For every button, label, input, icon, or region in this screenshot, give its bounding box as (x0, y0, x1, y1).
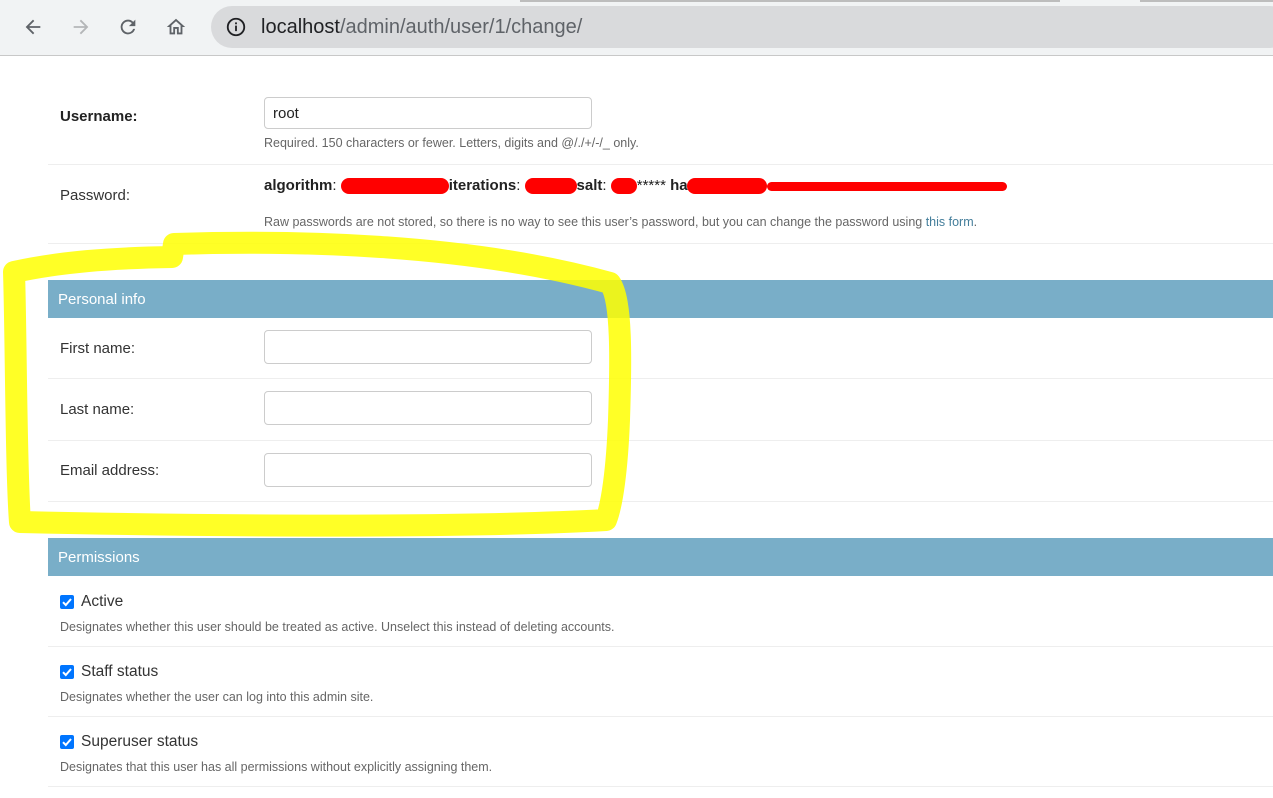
reload-icon (120, 19, 136, 35)
superuser-status-checkbox[interactable] (60, 735, 74, 749)
checkmark-icon (62, 738, 72, 747)
iterations-label: iterations (448, 177, 517, 194)
password-summary: algorithm: iterations: salt: ***** hash (264, 177, 1008, 195)
password-help-suffix: . (973, 215, 978, 229)
url-text[interactable]: localhost/admin/auth/user/1/change/ (261, 16, 582, 38)
redaction-mark (340, 178, 449, 195)
forward-button[interactable] (66, 12, 96, 42)
email-input[interactable] (264, 453, 592, 487)
superuser-status-row: Superuser status Designates that this us… (48, 717, 1273, 787)
url-host: localhost (261, 16, 340, 38)
active-checkbox[interactable] (60, 595, 74, 609)
redaction-mark (524, 178, 577, 195)
last-name-row: Last name: (48, 379, 1273, 441)
permissions-header: Permissions (48, 538, 1273, 576)
staff-status-row: Staff status Designates whether the user… (48, 647, 1273, 717)
password-help: Raw passwords are not stored, so there i… (264, 215, 977, 229)
back-button[interactable] (18, 12, 48, 42)
tab-strip-edge (1140, 0, 1273, 2)
last-name-input[interactable] (264, 391, 592, 425)
address-bar[interactable]: localhost/admin/auth/user/1/change/ (211, 6, 1273, 48)
first-name-row: First name: (48, 318, 1273, 379)
username-label: Username: (60, 108, 138, 125)
checkmark-icon (62, 598, 72, 607)
info-icon[interactable] (225, 16, 247, 38)
username-row: Username: Required. 150 characters or fe… (48, 84, 1273, 165)
password-help-text: Raw passwords are not stored, so there i… (264, 215, 926, 229)
back-icon (25, 19, 41, 35)
password-label: Password: (60, 187, 131, 204)
staff-status-label[interactable]: Staff status (81, 663, 158, 681)
tab-strip-edge (520, 0, 1060, 2)
active-label[interactable]: Active (81, 593, 123, 611)
email-label: Email address: (60, 462, 160, 479)
email-row: Email address: (48, 441, 1273, 502)
url-path: /admin/auth/user/1/change/ (339, 16, 583, 38)
home-button[interactable] (161, 12, 191, 42)
reload-button[interactable] (113, 12, 143, 42)
browser-toolbar: localhost/admin/auth/user/1/change/ (0, 0, 1273, 56)
redaction-mark (767, 181, 1008, 191)
change-user-form: Username: Required. 150 characters or fe… (48, 56, 1273, 798)
username-help: Required. 150 characters or fewer. Lette… (264, 136, 639, 150)
last-name-label: Last name: (60, 401, 135, 418)
checkmark-icon (62, 668, 72, 677)
salt-visible: ***** (636, 177, 666, 194)
algorithm-label: algorithm (264, 177, 333, 194)
superuser-status-label[interactable]: Superuser status (81, 733, 198, 751)
redaction-mark (610, 178, 637, 195)
active-row: Active Designates whether this user shou… (48, 577, 1273, 647)
active-help: Designates whether this user should be t… (60, 620, 615, 634)
personal-info-header: Personal info (48, 280, 1273, 318)
salt-label: salt (576, 177, 603, 194)
staff-status-checkbox[interactable] (60, 665, 74, 679)
first-name-label: First name: (60, 340, 136, 357)
password-change-link[interactable]: this form (926, 215, 974, 229)
staff-status-help: Designates whether the user can log into… (60, 690, 374, 704)
forward-icon (73, 19, 89, 35)
first-name-input[interactable] (264, 330, 592, 364)
home-icon (166, 18, 186, 35)
superuser-status-help: Designates that this user has all permis… (60, 760, 493, 774)
username-input[interactable] (264, 97, 592, 129)
redaction-mark (687, 178, 768, 195)
